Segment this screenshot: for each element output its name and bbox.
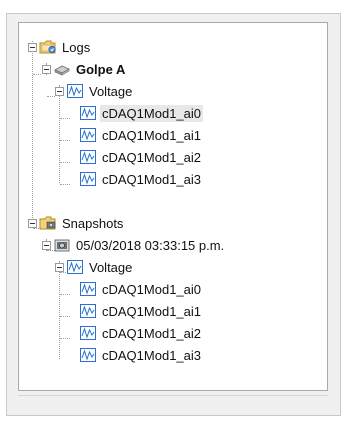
tree-node-label: cDAQ1Mod1_ai0 [100,104,203,122]
collapse-toggle-voltage[interactable] [55,87,64,96]
waveform-icon [79,149,97,165]
tree-node-channel[interactable]: cDAQ1Mod1_ai1 [79,300,203,322]
waveform-icon [79,303,97,319]
tree-node-label: cDAQ1Mod1_ai2 [102,149,201,165]
waveform-icon [66,83,84,99]
tree-line [59,85,60,183]
tree-node-channel[interactable]: cDAQ1Mod1_ai3 [79,344,203,366]
tree-node-snapshots[interactable]: Snapshots [39,212,125,234]
tree-line [32,41,33,228]
tree-node-label: cDAQ1Mod1_ai1 [102,127,201,143]
tree-node-label: cDAQ1Mod1_ai0 [102,281,201,297]
tree-node-label: 05/03/2018 03:33:15 p.m. [76,237,225,253]
tree-node-logs[interactable]: Logs [39,36,92,58]
collapse-toggle-snapshots[interactable] [28,219,37,228]
tree-line [60,294,70,295]
waveform-icon [79,281,97,297]
collapse-toggle-logs[interactable] [28,43,37,52]
tree-line [60,316,70,317]
waveform-icon [79,127,97,143]
tree-node-channel[interactable]: cDAQ1Mod1_ai0 [79,278,203,300]
tree-node-channel[interactable]: cDAQ1Mod1_ai1 [79,124,203,146]
tree-node-label: Golpe A [76,61,126,77]
tree-line [47,96,55,97]
tree-line [33,74,41,75]
collapse-toggle-snapshot-voltage[interactable] [55,263,64,272]
tree-node-label: cDAQ1Mod1_ai3 [102,347,201,363]
tree-line [60,184,70,185]
tree-view[interactable]: Logs Golpe A Voltage cDAQ1Mod1_ai0 cDAQ1… [18,22,328,391]
tree-node-snapshot[interactable]: 05/03/2018 03:33:15 p.m. [53,234,226,256]
tree-node-channel[interactable]: cDAQ1Mod1_ai2 [79,146,203,168]
tree-node-label: Voltage [89,83,133,99]
tree-node-label: cDAQ1Mod1_ai1 [102,303,201,319]
tree-node-label: cDAQ1Mod1_ai2 [102,325,201,341]
waveform-icon [79,171,97,187]
tree-node-voltage[interactable]: Voltage [66,80,134,102]
waveform-icon [79,325,97,341]
device-icon [53,61,71,77]
tree-node-channel[interactable]: cDAQ1Mod1_ai0 [79,102,203,124]
tree-node-label: Snapshots [62,215,124,231]
tree-node-label: Voltage [89,259,133,275]
tree-node-label: Logs [62,39,91,55]
waveform-icon [66,259,84,275]
panel-footer [18,395,328,410]
tree-node-channel[interactable]: cDAQ1Mod1_ai2 [79,322,203,344]
logs-folder-icon [39,39,57,55]
tree-line [60,140,70,141]
collapse-toggle-golpe-a[interactable] [42,65,51,74]
explorer-panel: Logs Golpe A Voltage cDAQ1Mod1_ai0 cDAQ1… [6,13,341,416]
snapshots-folder-icon [39,215,57,231]
tree-line [59,261,60,359]
tree-node-golpe-a[interactable]: Golpe A [53,58,127,80]
waveform-icon [79,347,97,363]
snapshot-icon [53,237,71,253]
tree-line [60,118,70,119]
tree-node-label: cDAQ1Mod1_ai3 [102,171,201,187]
waveform-icon [79,105,97,121]
tree-node-snapshot-voltage[interactable]: Voltage [66,256,134,278]
tree-node-channel[interactable]: cDAQ1Mod1_ai3 [79,168,203,190]
tree-line [60,162,70,163]
collapse-toggle-snapshot[interactable] [42,241,51,250]
tree-line [60,338,70,339]
